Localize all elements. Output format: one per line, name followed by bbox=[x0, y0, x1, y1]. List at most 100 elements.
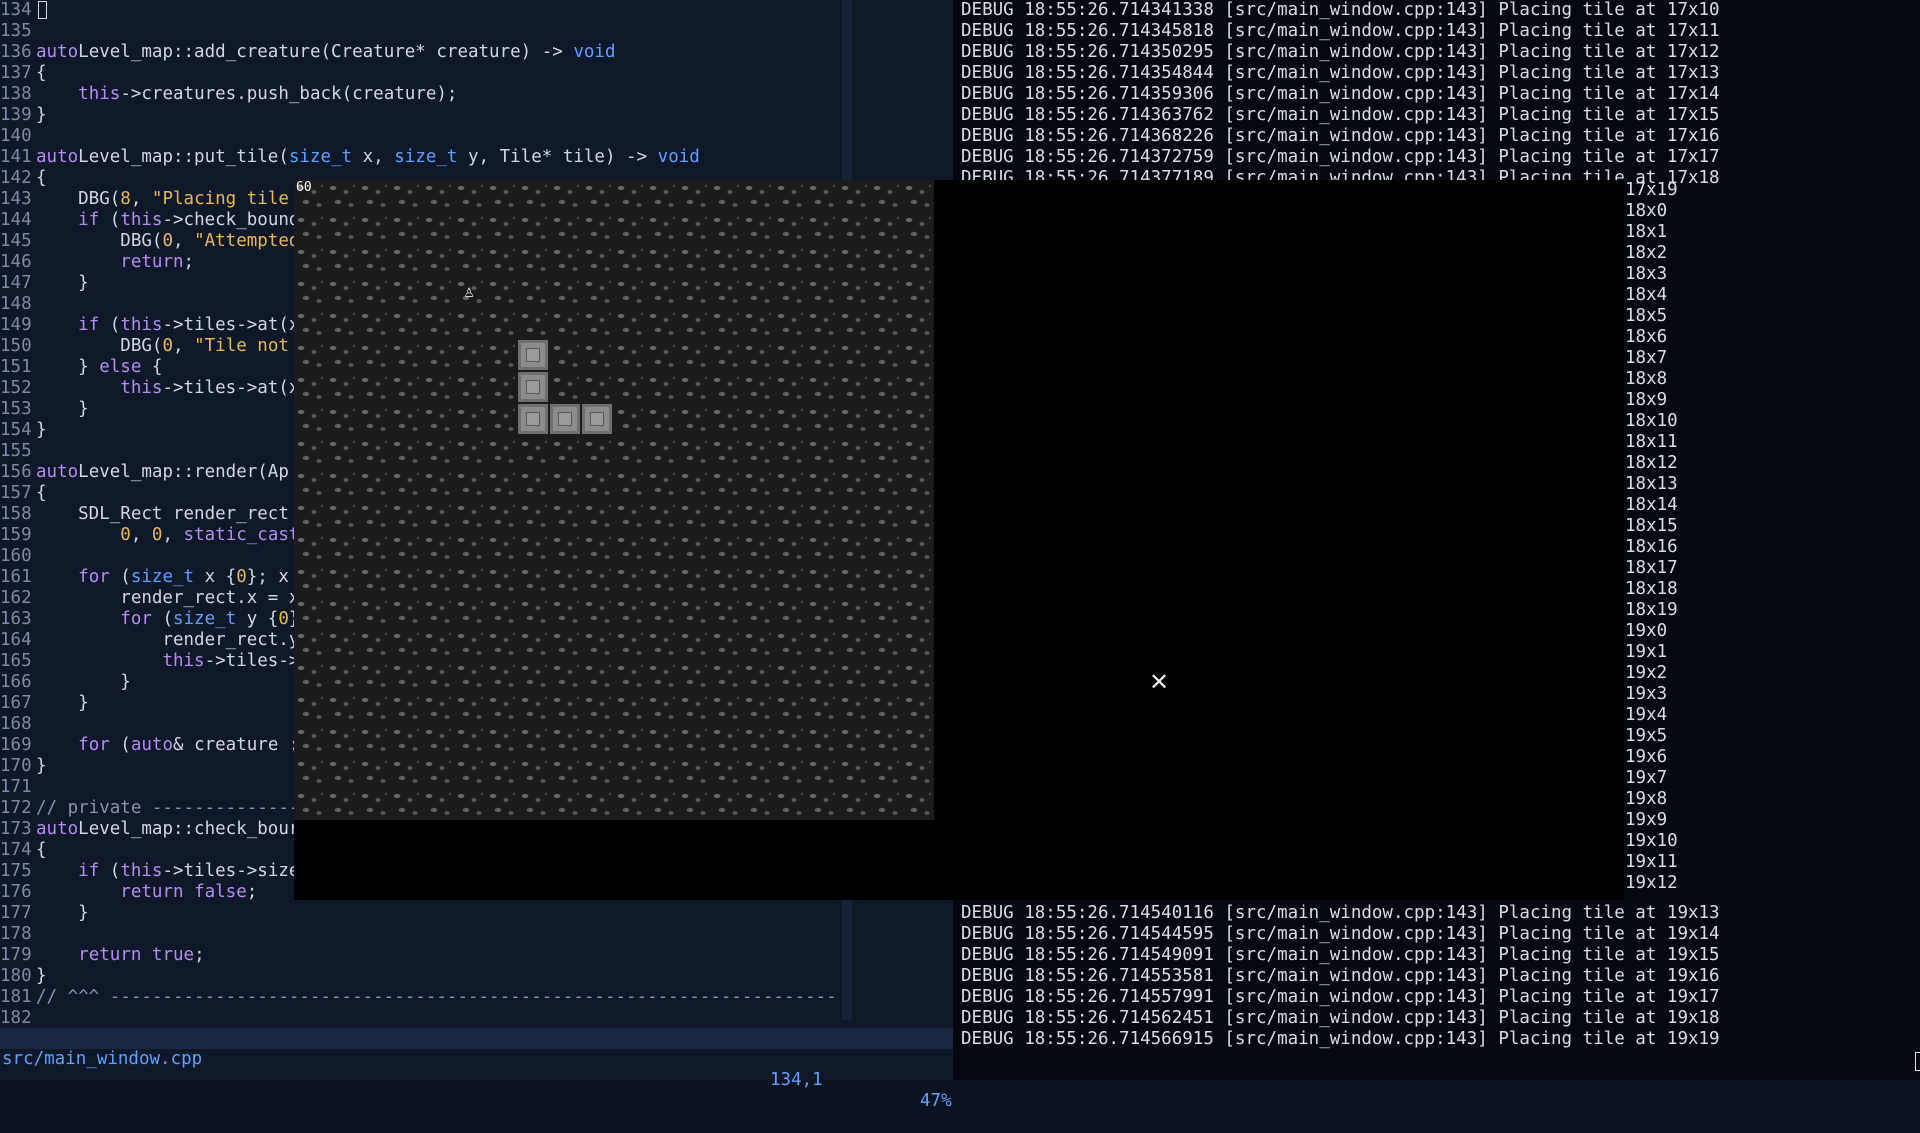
line-text: if (this->tiles->size bbox=[36, 861, 299, 881]
code-token: for bbox=[78, 567, 110, 587]
line-number: 170 bbox=[0, 756, 32, 776]
line-number: 160 bbox=[0, 546, 32, 566]
line-text: return false; bbox=[36, 882, 257, 902]
line-number: 147 bbox=[0, 273, 32, 293]
status-scroll-percent: 47% bbox=[920, 1091, 952, 1111]
line-number: 158 bbox=[0, 504, 32, 524]
code-line[interactable]: 140 bbox=[0, 126, 953, 147]
log-line: DEBUG 18:55:26.714562451 [src/main_windo… bbox=[961, 1008, 1720, 1028]
code-token: ( bbox=[99, 861, 121, 881]
line-number: 178 bbox=[0, 924, 32, 944]
status-cursor-position: 134,1 bbox=[770, 1070, 823, 1090]
code-token: auto bbox=[36, 42, 79, 62]
line-text: this->tiles->at(x bbox=[36, 378, 299, 398]
line-text: DBG(0, "Tile not bbox=[36, 336, 289, 356]
line-text: } bbox=[36, 966, 47, 986]
code-token: static_cast bbox=[183, 525, 300, 545]
code-token: , bbox=[172, 231, 195, 251]
tile-map[interactable]: ♙ bbox=[294, 180, 934, 820]
code-token: ; bbox=[183, 252, 195, 272]
code-line[interactable]: 178 bbox=[0, 924, 953, 945]
line-text: // private --------------- bbox=[36, 798, 310, 818]
code-token: return bbox=[120, 882, 184, 902]
line-text: } else { bbox=[36, 357, 162, 377]
line-number: 151 bbox=[0, 357, 32, 377]
code-token: } bbox=[36, 903, 89, 923]
code-line[interactable]: 137{ bbox=[0, 63, 953, 84]
line-number: 162 bbox=[0, 588, 32, 608]
code-token: 0 bbox=[162, 336, 173, 356]
code-token: size_t bbox=[130, 567, 195, 587]
log-tail-column: 17x19 18x0 18x1 18x2 18x3 18x4 18x5 18x6 18x7 18x… bbox=[1625, 180, 1678, 894]
log-tail-entry: 18x14 bbox=[1625, 495, 1678, 515]
code-line[interactable]: 180} bbox=[0, 966, 953, 987]
line-text: // ^^^ ---------------------------------… bbox=[36, 987, 837, 1007]
log-line: DEBUG 18:55:26.714553581 [src/main_windo… bbox=[961, 966, 1720, 986]
line-text: { bbox=[36, 840, 47, 860]
log-tail-entry: 18x7 bbox=[1625, 348, 1668, 368]
code-line[interactable]: 181// ^^^ ------------------------------… bbox=[0, 987, 953, 1008]
code-token: ->tiles->size bbox=[162, 861, 300, 881]
code-line[interactable]: 141 autoLevel_map::put_tile(size_t x, siz… bbox=[0, 147, 953, 168]
line-text: for (size_t x {0}; x bbox=[36, 567, 299, 587]
code-token: Level_map::add_creature(Creature* creatu… bbox=[78, 42, 574, 62]
log-tail-entry: 19x6 bbox=[1625, 747, 1668, 767]
fps-counter: 60 bbox=[296, 180, 312, 195]
code-line[interactable]: 134 bbox=[0, 0, 953, 21]
log-tail-entry: 18x17 bbox=[1625, 558, 1678, 578]
code-line[interactable]: 179 return true; bbox=[0, 945, 953, 966]
log-tail-entry: 19x9 bbox=[1625, 810, 1668, 830]
code-token: ; bbox=[246, 882, 258, 902]
log-line: DEBUG 18:55:26.714549091 [src/main_windo… bbox=[961, 945, 1720, 965]
log-tail-entry: 19x1 bbox=[1625, 642, 1668, 662]
code-line[interactable]: 139} bbox=[0, 105, 953, 126]
line-text: DBG(8, "Placing tile bbox=[36, 189, 299, 209]
editor-statusline: src/main_window.cpp 134,1 47% bbox=[0, 1028, 953, 1111]
code-token: auto bbox=[36, 462, 79, 482]
code-token: , bbox=[130, 525, 152, 545]
code-line[interactable]: 135 bbox=[0, 21, 953, 42]
code-token: for bbox=[120, 609, 152, 629]
game-window[interactable]: ♙ 60 ✕ 17x19 18x0 18x1 18x2 18x3 18x4 18x5 18x6… bbox=[294, 180, 1678, 900]
code-token: render_rect.x = x bbox=[36, 588, 300, 608]
log-line: DEBUG 18:55:26.714345818 [src/main_windo… bbox=[961, 21, 1720, 41]
code-line[interactable]: 138 this->creatures.push_back(creature); bbox=[0, 84, 953, 105]
line-text: render_rect.y bbox=[36, 630, 299, 650]
line-number: 138 bbox=[0, 84, 32, 104]
code-line[interactable]: 182 bbox=[0, 1008, 953, 1029]
line-number: 169 bbox=[0, 735, 32, 755]
line-text: } bbox=[36, 756, 47, 776]
line-text: SDL_Rect render_rect bbox=[36, 504, 299, 524]
log-line: DEBUG 18:55:26.714372759 [src/main_windo… bbox=[961, 147, 1720, 167]
log-tail-entry: 18x12 bbox=[1625, 453, 1678, 473]
code-line[interactable]: 136 autoLevel_map::add_creature(Creature*… bbox=[0, 42, 953, 63]
code-token: void bbox=[657, 147, 700, 167]
code-token: , bbox=[130, 189, 152, 209]
log-tail-entry: 17x19 bbox=[1625, 180, 1678, 200]
code-token: } bbox=[36, 756, 47, 776]
log-tail-entry: 19x11 bbox=[1625, 852, 1678, 872]
code-line[interactable]: 177 } bbox=[0, 903, 953, 924]
code-token: true bbox=[151, 945, 195, 965]
code-token: auto bbox=[36, 147, 79, 167]
code-token: } bbox=[36, 966, 47, 986]
code-token: return bbox=[78, 945, 142, 965]
code-token: ->check_bound bbox=[162, 210, 300, 230]
creature-sprite[interactable]: ♙ bbox=[464, 282, 474, 302]
code-token: this bbox=[120, 861, 163, 881]
line-number: 167 bbox=[0, 693, 32, 713]
code-token: , bbox=[172, 336, 195, 356]
code-token: ->tiles->at(x bbox=[162, 378, 300, 398]
code-token: }; x bbox=[246, 567, 300, 587]
code-token: this bbox=[120, 378, 163, 398]
line-number: 159 bbox=[0, 525, 32, 545]
line-number: 156 bbox=[0, 462, 32, 482]
